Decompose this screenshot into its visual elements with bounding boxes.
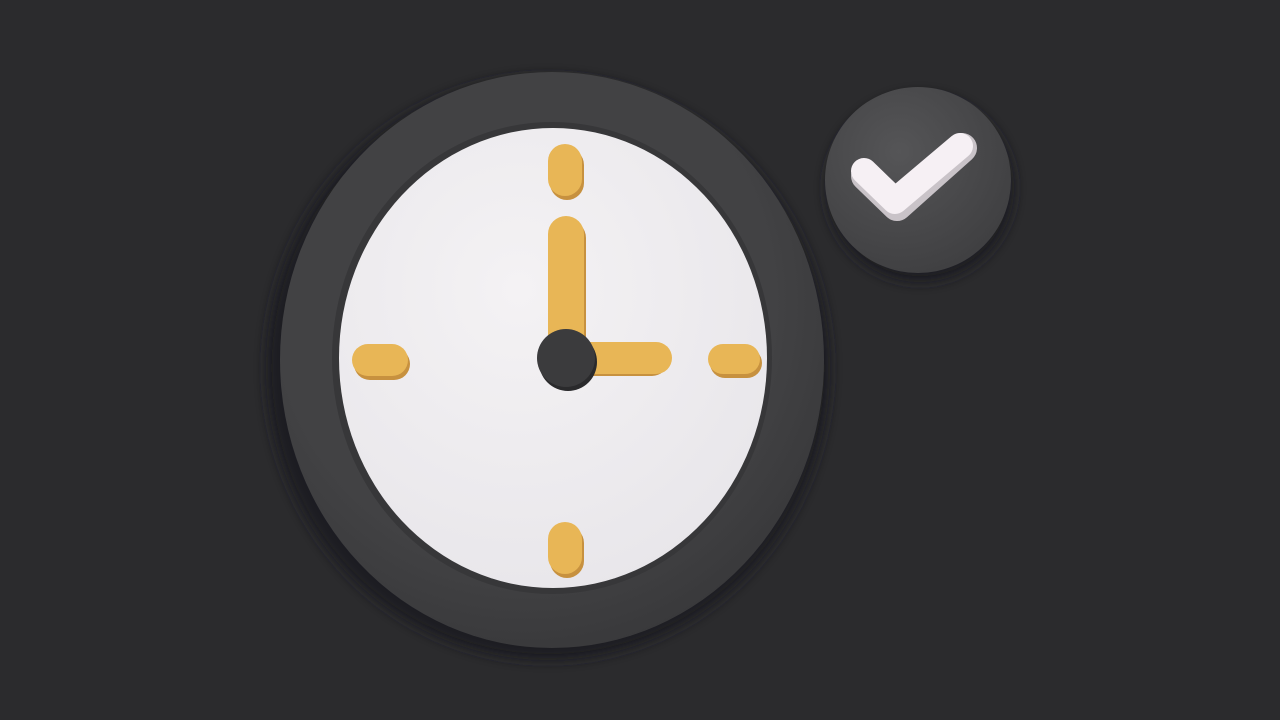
clock (266, 72, 830, 660)
hour-marker-3-body (708, 344, 760, 374)
hour-marker-12 (548, 144, 584, 200)
scene (0, 0, 1280, 720)
hour-marker-6-body (548, 522, 582, 574)
hour-marker-9-body (352, 344, 408, 376)
clock-hub (537, 329, 595, 387)
hour-marker-12-body (548, 144, 582, 196)
hour-marker-9 (352, 344, 410, 380)
hour-marker-3 (708, 344, 762, 378)
hour-marker-6 (548, 522, 584, 578)
check-badge (825, 87, 1014, 282)
illustration (0, 0, 1280, 720)
